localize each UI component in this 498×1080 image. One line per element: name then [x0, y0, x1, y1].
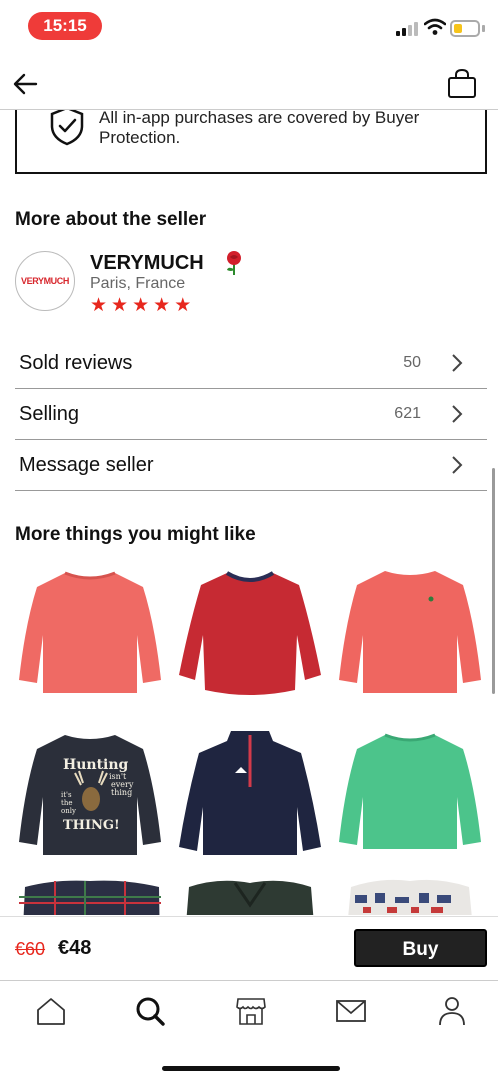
battery-icon — [450, 20, 480, 37]
svg-text:the: the — [61, 799, 72, 807]
protection-text: All in-app purchases are covered by Buye… — [99, 108, 420, 147]
back-arrow-icon[interactable] — [12, 70, 40, 98]
home-icon[interactable] — [35, 995, 67, 1027]
svg-text:thing: thing — [111, 788, 132, 797]
star-icon: ★ — [90, 295, 108, 316]
message-seller-row[interactable]: Message seller — [15, 440, 487, 491]
status-time: 15:15 — [28, 12, 102, 40]
recommend-grid: Hunting isn't every thing it's the only … — [15, 565, 491, 915]
product-item[interactable] — [15, 565, 165, 700]
profile-icon[interactable] — [436, 995, 468, 1027]
top-nav — [0, 58, 498, 110]
print-text: Hunting — [63, 757, 129, 773]
seller-location: Paris, France — [90, 275, 186, 292]
svg-text:it's: it's — [61, 791, 72, 799]
row-count: 50 — [403, 354, 421, 371]
star-icon: ★ — [111, 295, 129, 316]
status-bar: 15:15 — [0, 0, 498, 52]
sold-reviews-row[interactable]: Sold reviews 50 — [15, 338, 487, 389]
search-icon[interactable] — [134, 995, 166, 1027]
buy-button[interactable]: Buy — [354, 929, 487, 967]
old-price: €60 — [15, 939, 46, 959]
scrollbar[interactable] — [492, 468, 495, 694]
seller-avatar[interactable]: VERYMUCH — [15, 251, 75, 311]
bottom-tab-bar — [0, 980, 498, 1080]
rose-icon — [227, 251, 241, 275]
buy-bar: €60 €48 Buy — [0, 916, 498, 980]
shield-check-icon — [50, 106, 84, 146]
seller-name[interactable]: VERYMUCH — [90, 252, 204, 275]
row-label: Selling — [19, 403, 80, 425]
star-icon: ★ — [153, 295, 171, 316]
shopping-bag-icon[interactable] — [446, 68, 478, 100]
svg-text:only: only — [61, 807, 76, 815]
product-item[interactable]: Hunting isn't every thing it's the only … — [15, 727, 165, 862]
product-item[interactable] — [175, 877, 325, 915]
chevron-right-icon — [452, 405, 463, 423]
row-label: Sold reviews — [19, 352, 133, 374]
signal-icon — [396, 22, 420, 36]
buyer-protection-banner: All in-app purchases are covered by Buye… — [15, 100, 487, 174]
svg-text:THING!: THING! — [63, 818, 120, 833]
seller-section-title: More about the seller — [15, 209, 207, 230]
current-price: €48 — [58, 937, 92, 959]
chevron-right-icon — [452, 354, 463, 372]
selling-row[interactable]: Selling 621 — [15, 389, 487, 440]
shop-icon[interactable] — [235, 995, 267, 1027]
product-item[interactable] — [335, 727, 485, 862]
recommend-title: More things you might like — [15, 524, 256, 545]
star-icon: ★ — [132, 295, 150, 316]
mail-icon[interactable] — [335, 995, 367, 1027]
wifi-icon — [424, 18, 446, 35]
star-icon: ★ — [174, 295, 192, 316]
product-item[interactable] — [175, 565, 325, 700]
product-item[interactable] — [335, 565, 485, 700]
product-item[interactable] — [15, 877, 165, 915]
seller-logo-text: VERYMUCH — [21, 276, 69, 286]
row-count: 621 — [394, 405, 421, 422]
home-indicator — [162, 1066, 340, 1071]
row-label: Message seller — [19, 454, 154, 476]
chevron-right-icon — [452, 456, 463, 474]
seller-rating: ★ ★ ★ ★ ★ — [90, 296, 191, 316]
product-item[interactable] — [175, 727, 325, 862]
product-item[interactable] — [335, 877, 485, 915]
